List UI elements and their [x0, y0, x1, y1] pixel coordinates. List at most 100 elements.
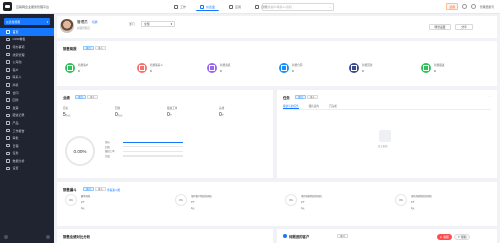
section-title: 待跟进的客户 [289, 235, 310, 239]
kpi-value: 0 [78, 68, 80, 73]
funnel-text: 0元 [411, 207, 415, 210]
kpi-text: 新增客户 0 [78, 63, 88, 73]
help-button[interactable]: ? 帮助 [453, 234, 471, 240]
funnel-text: 0个 [301, 201, 305, 204]
kpi-text: 新增商机 0 [220, 63, 230, 73]
scene-settings-button[interactable]: 场景设置 [429, 24, 451, 30]
kpi-name: 新增联系人 [150, 64, 163, 68]
avatar[interactable] [60, 19, 74, 33]
sidebar-item-label: 设置 [12, 166, 19, 171]
sidebar-item[interactable]: 合同 [0, 89, 54, 97]
department-select[interactable]: 全部 ▾ [141, 21, 175, 27]
sidebar-item[interactable]: 客户 [0, 66, 54, 74]
scope-filter[interactable]: 本人 [95, 187, 106, 192]
sidebar-item[interactable]: 公海池 [0, 58, 54, 66]
sidebar-item[interactable]: 联系人 [0, 74, 54, 82]
period-filter[interactable]: 本月 [295, 95, 306, 100]
kpi-item[interactable]: 新增跟进 0 [421, 63, 444, 73]
period-filter[interactable]: 本月 [83, 46, 94, 51]
sidebar-item[interactable]: 工作报告 [0, 127, 54, 135]
sidebar-item[interactable]: 发票 [0, 104, 54, 112]
period-filter[interactable]: 本月 [75, 95, 86, 100]
kpi-name: 新增回款 [362, 64, 373, 68]
trial-badge[interactable]: 试用 [446, 3, 458, 10]
sidebar-item[interactable]: 设置 [0, 165, 54, 173]
kpi-icon [65, 63, 75, 73]
scope-filter[interactable]: 本人 [95, 46, 106, 51]
question-icon: ? [457, 235, 460, 239]
sidebar-item[interactable]: 首页 [0, 28, 54, 36]
progress-bar [123, 146, 183, 148]
divider [283, 109, 491, 110]
legend-label: 跟进工单 [105, 150, 115, 154]
help-icon[interactable] [462, 4, 467, 9]
kpi-item[interactable]: 新增客户 0 [65, 63, 88, 73]
view-funnel-link[interactable]: 查看漏斗图 [107, 188, 120, 192]
section-title: 业绩 [63, 96, 70, 100]
period-filter[interactable]: 本月 [83, 187, 94, 192]
sidebar-menu: 首页 CRM看板 待办事项 线索管理 公海池 客户联系人 商机 合同 回款 发票 跟进记录 产品 工作报… [0, 28, 54, 172]
funnel-item[interactable]: 0% 带有客户阶段的商机 0个 0元 [175, 194, 212, 210]
menu-icon [6, 98, 10, 102]
bell-icon[interactable] [471, 4, 476, 9]
sidebar-item[interactable]: 线索管理 [0, 51, 54, 59]
kpi-text: 新增合同 0 [292, 63, 302, 73]
sidebar-item[interactable]: 数据分析 [0, 157, 54, 165]
funnel-item[interactable]: 0% 赢单商机 0个 0元 [65, 194, 90, 210]
headset-icon: ● [440, 235, 442, 239]
funnel-text: 0个 [411, 201, 415, 204]
kpi-item[interactable]: 新增联系人 0 [137, 63, 163, 73]
menu-icon [6, 105, 10, 110]
legend-label: 目标 [105, 141, 110, 145]
sidebar-item[interactable]: 日程 [0, 142, 54, 150]
menu-icon [6, 83, 10, 87]
progress-bar [123, 155, 183, 157]
scope-filter[interactable]: 本人 [87, 95, 98, 100]
legend-label: 回款 [105, 145, 110, 149]
collapse-icon[interactable] [46, 235, 50, 239]
switch-link[interactable]: 切换 [92, 20, 98, 24]
empty-text: 暂无数据 [378, 145, 388, 148]
tab-dashboard[interactable]: 仪表盘 [196, 3, 220, 11]
chevron-down-icon: ▾ [170, 22, 172, 26]
scope-filter[interactable]: 本人 [307, 95, 318, 100]
sidebar-item-label: 联系人 [12, 75, 22, 80]
sidebar-item[interactable]: 待办事项 [0, 43, 54, 51]
sidebar-item[interactable]: 任务 [0, 150, 54, 158]
sidebar-item[interactable]: 产品 [0, 119, 54, 127]
funnel-text: 带有商机阶段的商机 [301, 196, 322, 198]
sidebar-item-label: 客户 [12, 67, 19, 72]
search-input[interactable]: 搜索客户/联系人/商机 ⌕ [262, 3, 334, 11]
kpi-item[interactable]: 新增回款 0 [349, 63, 372, 73]
sales-brief-card: 销售简报 本月 本人 新增客户 0 新增联系人 0 新增商机 0 新增合同 0 新增回款 0 新增跟… [57, 41, 497, 86]
menu-icon [6, 52, 10, 57]
dashboard-icon [200, 4, 205, 9]
settings-icon[interactable] [4, 235, 8, 239]
more-icon[interactable]: ··· [488, 94, 491, 98]
funnel-percent: 0% [395, 194, 407, 206]
app-logo-icon[interactable] [3, 2, 12, 11]
share-button[interactable]: 分享 [455, 24, 473, 30]
sidebar-item-label: 工作报告 [12, 128, 25, 133]
sidebar-item[interactable]: 回款 [0, 96, 54, 104]
user-menu[interactable]: 管理员账号 [480, 5, 494, 9]
kpi-item[interactable]: 新增合同 0 [279, 63, 302, 73]
funnel-text: 带有客户阶段的商机 [191, 196, 212, 198]
funnel-item[interactable]: 0% 带有商机阶段的商机 0个 0元 [395, 194, 432, 210]
sidebar-item[interactable]: 跟进记录 [0, 112, 54, 120]
customer-service-button[interactable]: ● 客服 [437, 234, 452, 240]
sidebar-item-label: 任务 [12, 151, 19, 156]
tab-apps[interactable]: 应用 [225, 3, 245, 11]
top-right-tools: 试用 管理员账号 [446, 3, 494, 10]
funnel-text: 赢单商机 [81, 196, 91, 198]
tab-work[interactable]: 工作 [170, 3, 190, 11]
funnel-text: 带有商机阶段的商机 [411, 196, 432, 198]
funnel-item[interactable]: 0% 带有商机阶段的商机 0个 0元 [285, 194, 322, 210]
sidebar-item[interactable]: 审批 [0, 134, 54, 142]
sidebar-view-selector[interactable]: 仪表盘视图 ▾ [4, 18, 50, 25]
period-filter[interactable]: 本月 [337, 234, 348, 239]
kpi-item[interactable]: 新增商机 0 [207, 63, 230, 73]
sidebar-item[interactable]: CRM看板 [0, 36, 54, 44]
sidebar-item[interactable]: 商机 [0, 81, 54, 89]
sidebar-item-label: 日程 [12, 143, 19, 148]
